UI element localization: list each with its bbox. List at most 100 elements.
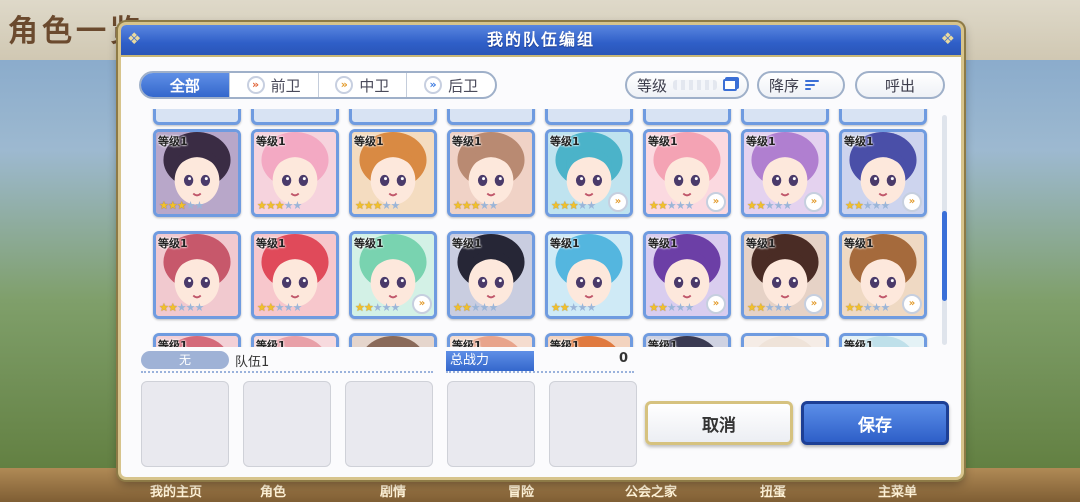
total-power-label: 总战力 bbox=[446, 351, 534, 371]
character-card[interactable]: 等级1 ★★★★★ bbox=[447, 129, 535, 217]
character-card[interactable] bbox=[349, 109, 437, 125]
bottom-nav-item[interactable]: 主菜单 bbox=[878, 481, 917, 500]
character-card[interactable]: 等级1 bbox=[839, 333, 927, 347]
character-card[interactable]: 等级1 ★★★★★ bbox=[545, 231, 633, 319]
level-label: 等级1 bbox=[256, 135, 286, 148]
sort-icon bbox=[805, 80, 820, 90]
character-portrait bbox=[744, 336, 826, 347]
bottom-nav-item[interactable]: 冒险 bbox=[508, 481, 534, 500]
character-card[interactable] bbox=[839, 109, 927, 125]
filter-label: 中卫 bbox=[359, 76, 390, 95]
star-rating: ★★★★★ bbox=[453, 301, 498, 314]
character-card[interactable]: 等级1 bbox=[643, 333, 731, 347]
character-card[interactable]: 等级1 ★★★★★ bbox=[251, 231, 339, 319]
star-rating: ★★★★★ bbox=[747, 199, 792, 212]
character-card[interactable] bbox=[741, 109, 829, 125]
character-card[interactable] bbox=[741, 333, 829, 347]
character-grid: 等级1 ★★★★★ 等级1 ★★★★★ 等级1 ★★★★★ 等级1 ★★★★★ 等级1 ★★★★★… bbox=[139, 109, 959, 347]
character-card[interactable]: 等级1 bbox=[153, 333, 241, 347]
character-card[interactable] bbox=[447, 109, 535, 125]
team-edit-dialog: ❖ 我的队伍编组 ❖ 全部 » 前卫 » 中卫 » 后卫 等级 降序 呼出 等级… bbox=[118, 22, 964, 480]
save-button[interactable]: 保存 bbox=[801, 401, 949, 445]
team-slot[interactable] bbox=[141, 381, 229, 467]
character-card[interactable]: 等级1 bbox=[251, 333, 339, 347]
star-rating: ★★★★★ bbox=[355, 199, 400, 212]
team-slot[interactable] bbox=[243, 381, 331, 467]
character-card[interactable]: 等级1 ★★★★★ bbox=[447, 231, 535, 319]
character-card[interactable] bbox=[545, 109, 633, 125]
star-rating: ★★★★★ bbox=[257, 199, 302, 212]
level-label: 等级1 bbox=[256, 339, 286, 347]
divider bbox=[141, 371, 433, 373]
level-label: 等级1 bbox=[256, 237, 286, 250]
level-label: 等级1 bbox=[550, 135, 580, 148]
filter-front[interactable]: » 前卫 bbox=[230, 73, 319, 97]
filter-middle[interactable]: » 中卫 bbox=[319, 73, 408, 97]
star-rating: ★★★★★ bbox=[159, 199, 204, 212]
star-rating: ★★★★★ bbox=[257, 301, 302, 314]
call-label: 呼出 bbox=[884, 76, 915, 95]
team-name: 队伍1 bbox=[235, 355, 270, 370]
bottom-nav-item[interactable]: 公会之家 bbox=[625, 481, 677, 500]
character-card[interactable]: 等级1 ★★★★★ » bbox=[349, 231, 437, 319]
level-label: 等级1 bbox=[452, 135, 482, 148]
call-button[interactable]: 呼出 bbox=[855, 71, 945, 99]
dialog-title: 我的队伍编组 bbox=[486, 30, 595, 49]
level-label: 等级1 bbox=[844, 339, 874, 347]
total-power-value: 0 bbox=[619, 351, 629, 366]
corner-ornament-icon: ❖ bbox=[127, 29, 142, 48]
character-card[interactable]: 等级1 bbox=[447, 333, 535, 347]
character-card[interactable]: 等级1 ★★★★★ bbox=[251, 129, 339, 217]
mid-position-icon: » bbox=[804, 192, 824, 212]
level-label: 等级1 bbox=[158, 135, 188, 148]
character-card[interactable]: 等级1 ★★★★★ » bbox=[839, 231, 927, 319]
team-slot[interactable] bbox=[447, 381, 535, 467]
bottom-nav-item[interactable]: 剧情 bbox=[380, 481, 406, 500]
character-card[interactable]: 等级1 ★★★★★ » bbox=[741, 231, 829, 319]
sort-field-button[interactable]: 等级 bbox=[625, 71, 749, 99]
character-card[interactable]: 等级1 ★★★★★ » bbox=[643, 231, 731, 319]
character-card[interactable] bbox=[643, 109, 731, 125]
character-card[interactable]: 等级1 ★★★★★ » bbox=[839, 129, 927, 217]
position-filter: 全部 » 前卫 » 中卫 » 后卫 bbox=[139, 71, 497, 99]
bottom-nav-item[interactable]: 角色 bbox=[260, 481, 286, 500]
level-label: 等级1 bbox=[354, 237, 384, 250]
character-card[interactable] bbox=[251, 109, 339, 125]
star-rating: ★★★★★ bbox=[453, 199, 498, 212]
bottom-nav-item[interactable]: 扭蛋 bbox=[760, 481, 786, 500]
mid-position-icon: » bbox=[706, 294, 726, 314]
front-position-icon: » bbox=[246, 76, 265, 94]
bottom-nav-item[interactable]: 我的主页 bbox=[150, 481, 202, 500]
character-card[interactable]: 等级1 ★★★★★ » bbox=[545, 129, 633, 217]
sort-order-button[interactable]: 降序 bbox=[757, 71, 845, 99]
level-label: 等级1 bbox=[844, 237, 874, 250]
character-card[interactable]: 等级1 ★★★★★ bbox=[153, 231, 241, 319]
cancel-button[interactable]: 取消 bbox=[645, 401, 793, 445]
character-card[interactable]: 等级1 bbox=[545, 333, 633, 347]
filter-label: 后卫 bbox=[448, 76, 479, 95]
team-slot[interactable] bbox=[345, 381, 433, 467]
grid-scroll-thumb[interactable] bbox=[942, 211, 947, 301]
window-icon bbox=[723, 79, 737, 91]
mid-position-icon: » bbox=[412, 294, 432, 314]
divider bbox=[446, 371, 634, 373]
team-slot[interactable] bbox=[549, 381, 637, 467]
back-position-icon: » bbox=[424, 76, 443, 94]
level-label: 等级1 bbox=[648, 339, 678, 347]
mid-position-icon: » bbox=[706, 192, 726, 212]
filter-back[interactable]: » 后卫 bbox=[407, 73, 495, 97]
level-label: 等级1 bbox=[746, 135, 776, 148]
team-status-badge: 无 bbox=[141, 351, 229, 369]
character-card[interactable]: 等级1 ★★★★★ bbox=[349, 129, 437, 217]
sort-order-label: 降序 bbox=[769, 76, 800, 95]
filter-all[interactable]: 全部 bbox=[141, 73, 230, 97]
mid-position-icon: » bbox=[804, 294, 824, 314]
character-card[interactable] bbox=[349, 333, 437, 347]
level-label: 等级1 bbox=[354, 135, 384, 148]
character-card[interactable]: 等级1 ★★★★★ » bbox=[643, 129, 731, 217]
sort-field-value bbox=[673, 80, 717, 90]
character-card[interactable]: 等级1 ★★★★★ bbox=[153, 129, 241, 217]
character-card[interactable]: 等级1 ★★★★★ » bbox=[741, 129, 829, 217]
level-label: 等级1 bbox=[158, 237, 188, 250]
character-card[interactable] bbox=[153, 109, 241, 125]
